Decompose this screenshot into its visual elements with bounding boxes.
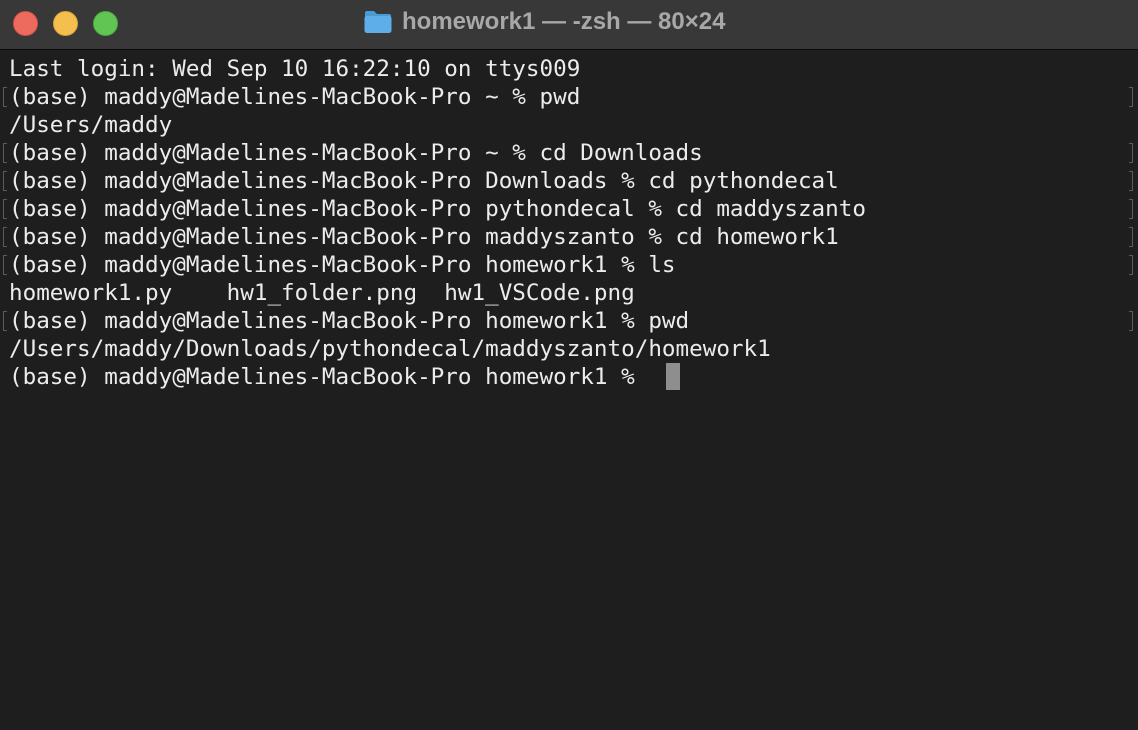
terminal-line: (base) maddy@Madelines-MacBook-Pro ~ % c… xyxy=(9,140,703,166)
prompt-mark-left xyxy=(3,227,7,247)
prompt-mark-right xyxy=(1129,227,1133,247)
zoom-button[interactable] xyxy=(93,11,118,36)
text-cursor xyxy=(666,363,680,390)
prompt-mark-right xyxy=(1129,199,1133,219)
terminal-line: /Users/maddy xyxy=(9,112,173,138)
terminal-output[interactable]: Last login: Wed Sep 10 16:22:10 on ttys0… xyxy=(0,54,1138,730)
terminal-window: homework1 — -zsh — 80×24 Last login: Wed… xyxy=(0,0,1138,730)
terminal-line: (base) maddy@Madelines-MacBook-Pro ~ % p… xyxy=(9,84,581,110)
terminal-line: (base) maddy@Madelines-MacBook-Pro homew… xyxy=(9,308,690,334)
prompt-mark-left xyxy=(3,255,7,275)
folder-icon xyxy=(364,11,392,33)
prompt-mark-left xyxy=(3,143,7,163)
terminal-line: homework1.py hw1_folder.png hw1_VSCode.p… xyxy=(9,280,635,306)
terminal-line: (base) maddy@Madelines-MacBook-Pro Downl… xyxy=(9,168,839,194)
prompt-mark-left xyxy=(3,87,7,107)
prompt-mark-right xyxy=(1129,143,1133,163)
prompt-mark-left xyxy=(3,199,7,219)
close-button[interactable] xyxy=(13,11,38,36)
terminal-line: (base) maddy@Madelines-MacBook-Pro homew… xyxy=(9,252,676,278)
prompt-mark-right xyxy=(1129,171,1133,191)
minimize-button[interactable] xyxy=(53,11,78,36)
prompt-mark-right xyxy=(1129,87,1133,107)
window-title: homework1 — -zsh — 80×24 xyxy=(402,8,726,35)
prompt-mark-right xyxy=(1129,255,1133,275)
terminal-line: (base) maddy@Madelines-MacBook-Pro pytho… xyxy=(9,196,866,222)
terminal-line: Last login: Wed Sep 10 16:22:10 on ttys0… xyxy=(9,56,581,82)
title-bar[interactable]: homework1 — -zsh — 80×24 xyxy=(0,0,1138,50)
prompt-mark-right xyxy=(1129,311,1133,331)
terminal-line: (base) maddy@Madelines-MacBook-Pro maddy… xyxy=(9,224,839,250)
terminal-line: /Users/maddy/Downloads/pythondecal/maddy… xyxy=(9,336,771,362)
window-title-group: homework1 — -zsh — 80×24 xyxy=(363,6,725,38)
terminal-prompt-line: (base) maddy@Madelines-MacBook-Pro homew… xyxy=(9,364,649,390)
prompt-mark-left xyxy=(3,311,7,331)
prompt-mark-left xyxy=(3,171,7,191)
